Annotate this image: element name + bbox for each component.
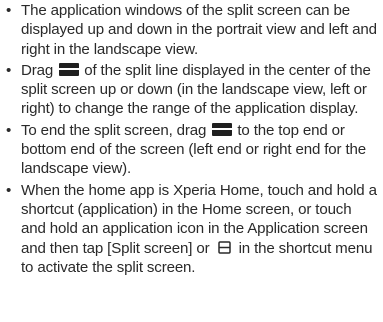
split-line-handle-icon: [59, 62, 80, 76]
item-text-before: Drag: [21, 61, 58, 79]
item-text-before: To end the split screen, drag: [21, 121, 211, 139]
split-screen-icon: [217, 240, 231, 254]
bullet-list: • The application windows of the split s…: [0, 0, 383, 277]
bullet-marker: •: [6, 61, 12, 79]
split-line-handle-icon: [212, 122, 233, 136]
list-item: • To end the split screen, drag to the t…: [5, 121, 379, 179]
bullet-marker: •: [6, 121, 12, 139]
list-item: • When the home app is Xperia Home, touc…: [5, 181, 379, 277]
list-item: • The application windows of the split s…: [5, 1, 379, 59]
bullet-marker: •: [6, 2, 12, 19]
list-item: • Drag of the split line displayed in th…: [5, 61, 379, 119]
item-text: The application windows of the split scr…: [21, 2, 377, 58]
bullet-marker: •: [6, 181, 12, 199]
